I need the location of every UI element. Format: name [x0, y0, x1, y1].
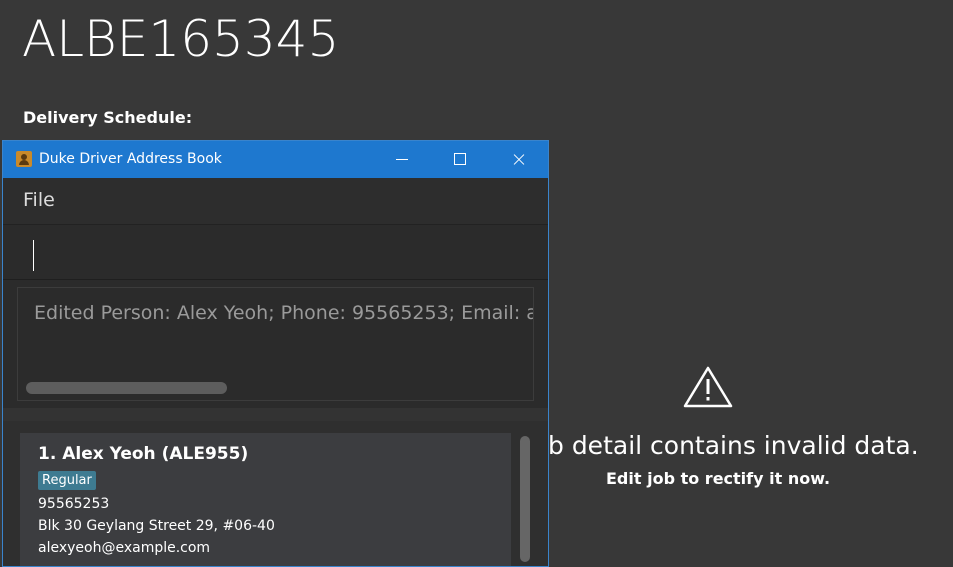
maximize-button[interactable] [434, 141, 486, 178]
person-address: Blk 30 Geylang Street 29, #06-40 [38, 518, 275, 534]
result-text: Edited Person: Alex Yeoh; Phone: 9556525… [34, 302, 534, 324]
window-title: Duke Driver Address Book [39, 151, 222, 167]
person-list: 1. Alex Yeoh (ALE955) Regular 95565253 B… [3, 421, 548, 566]
vertical-scrollbar[interactable] [520, 436, 530, 562]
person-email: alexyeoh@example.com [38, 540, 211, 556]
address-book-icon [16, 151, 32, 167]
invalid-data-message: b detail contains invalid data. [548, 431, 919, 460]
person-name: 1. Alex Yeoh (ALE955) [38, 444, 249, 464]
result-display[interactable]: Edited Person: Alex Yeoh; Phone: 9556525… [17, 287, 534, 401]
rectify-hint: Edit job to rectify it now. [606, 469, 831, 488]
person-tag: Regular [38, 471, 96, 490]
pane-divider[interactable] [3, 407, 548, 422]
minimize-button[interactable] [376, 141, 428, 178]
window-titlebar[interactable]: Duke Driver Address Book [3, 141, 548, 178]
address-book-window[interactable]: Duke Driver Address Book File Edited Per… [2, 140, 549, 567]
delivery-schedule-label: Delivery Schedule: [23, 108, 193, 127]
warning-triangle-icon [683, 366, 733, 408]
close-button[interactable] [492, 141, 544, 178]
text-caret [33, 240, 34, 271]
command-input[interactable] [17, 233, 541, 275]
command-box [3, 225, 548, 280]
horizontal-scrollbar[interactable] [26, 382, 227, 394]
menu-file[interactable]: File [23, 189, 55, 211]
person-card[interactable]: 1. Alex Yeoh (ALE955) Regular 95565253 B… [20, 433, 511, 566]
menu-bar: File [3, 178, 548, 225]
job-id-title: ALBE165345 [22, 10, 340, 68]
person-phone: 95565253 [38, 496, 110, 512]
